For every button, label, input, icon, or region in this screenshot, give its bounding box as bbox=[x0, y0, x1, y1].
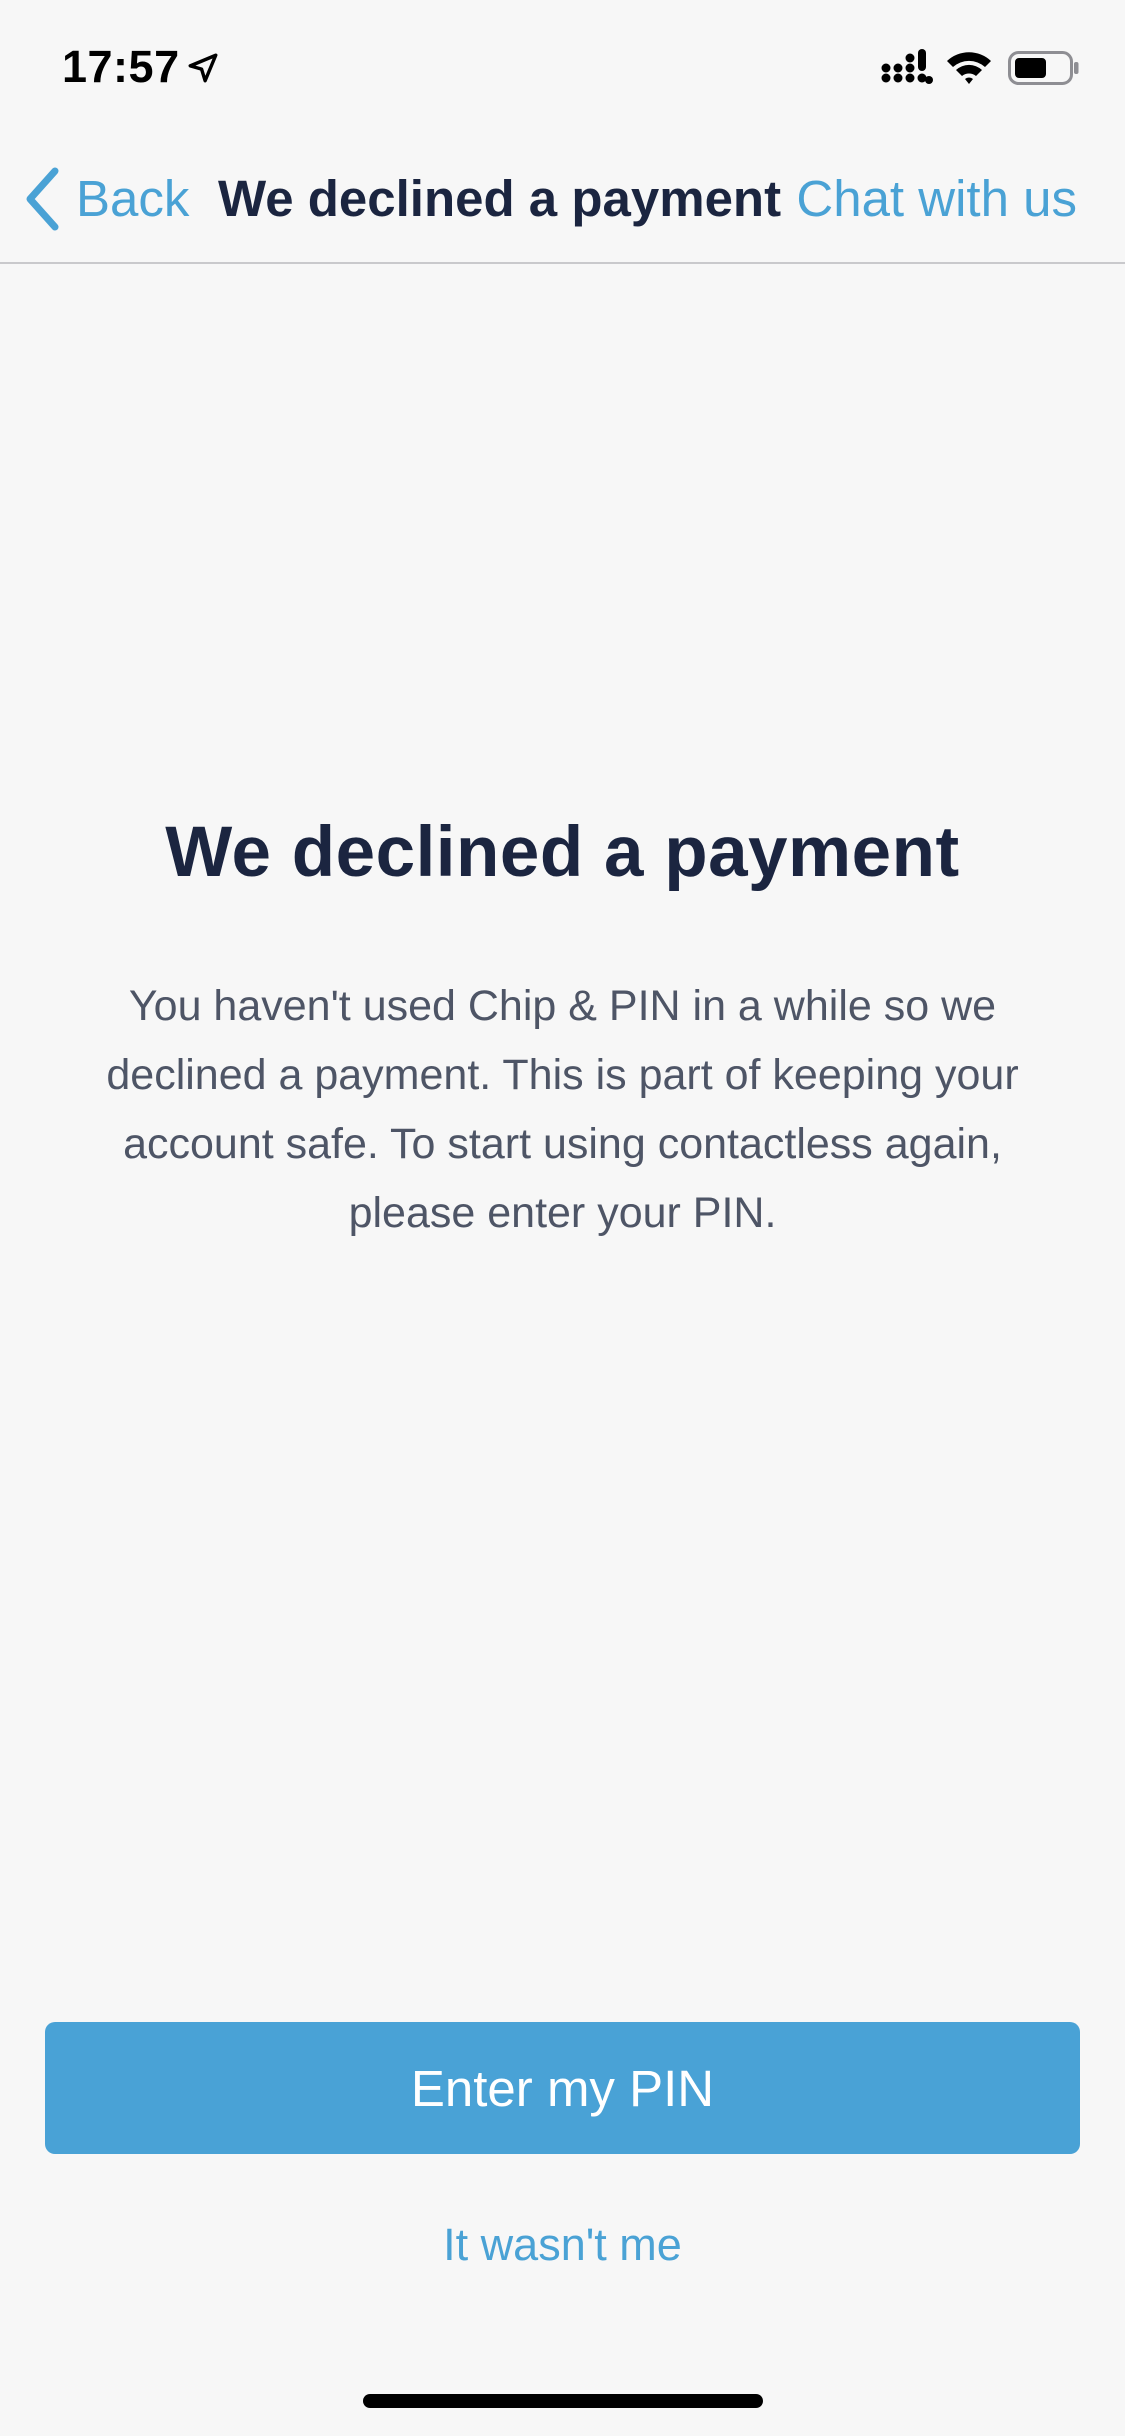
navigation-bar: Back We declined a payment Chat with us bbox=[0, 132, 1125, 264]
back-button[interactable]: Back bbox=[22, 164, 189, 234]
enter-pin-button[interactable]: Enter my PIN bbox=[45, 2022, 1080, 2154]
nav-title: We declined a payment bbox=[218, 170, 782, 227]
status-bar: 17:57 bbox=[0, 0, 1125, 132]
it-wasnt-me-link[interactable]: It wasn't me bbox=[0, 2212, 1125, 2278]
back-label: Back bbox=[76, 170, 190, 227]
explanation-text: You haven't used Chip & PIN in a while s… bbox=[106, 982, 1019, 1237]
location-arrow-icon bbox=[188, 53, 218, 83]
status-time: 17:57 bbox=[62, 41, 180, 92]
enter-pin-label: Enter my PIN bbox=[410, 2059, 715, 2117]
home-indicator[interactable] bbox=[363, 2394, 763, 2408]
battery-icon bbox=[1008, 51, 1079, 85]
cellular-signal-icon bbox=[881, 49, 933, 84]
page-heading: We declined a payment bbox=[165, 813, 960, 892]
chevron-left-icon bbox=[26, 167, 59, 231]
wifi-icon bbox=[947, 52, 991, 84]
chat-with-us-button[interactable]: Chat with us bbox=[796, 164, 1077, 234]
